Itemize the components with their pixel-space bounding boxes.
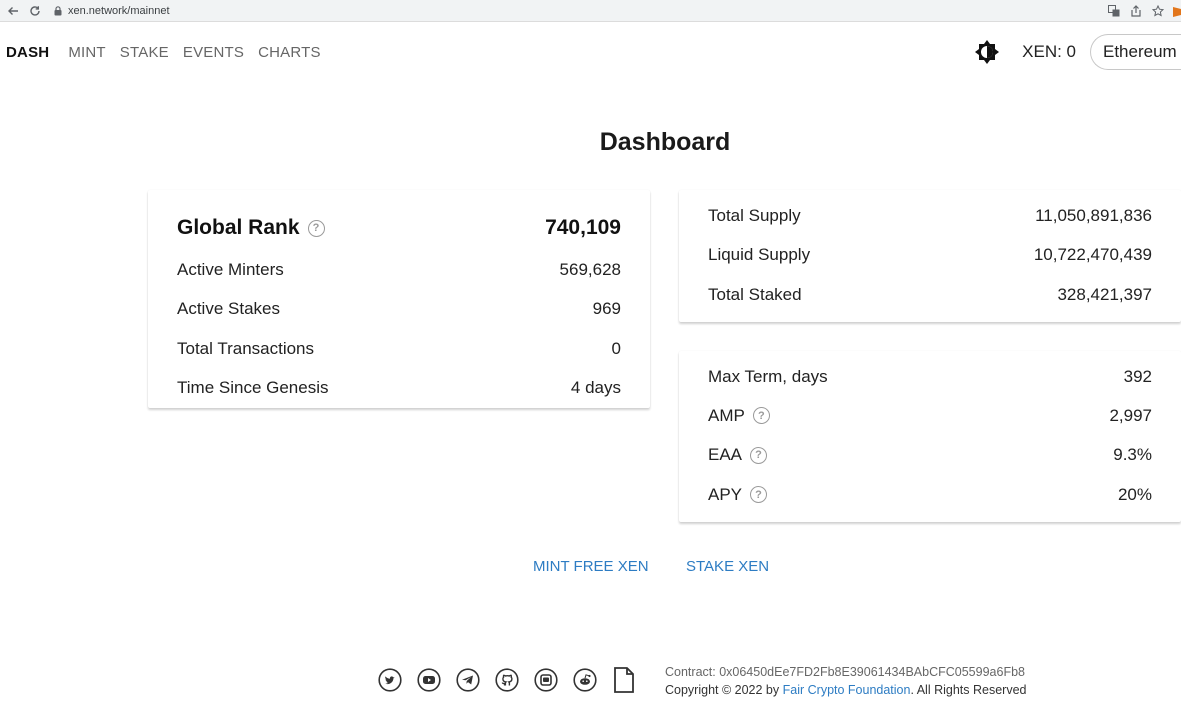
supply-card: Total Supply 11,050,891,836 Liquid Suppl… <box>679 190 1181 322</box>
supply-row: Liquid Supply 10,722,470,439 <box>708 236 1152 276</box>
main-nav: DASH MINT STAKE EVENTS CHARTS <box>6 44 335 61</box>
foundation-link[interactable]: Fair Crypto Foundation <box>783 683 911 697</box>
stat-value: 969 <box>592 299 621 319</box>
nav-charts[interactable]: CHARTS <box>258 44 321 61</box>
supply-label: Liquid Supply <box>708 245 811 265</box>
nav-mint[interactable]: MINT <box>68 44 105 61</box>
xen-balance: XEN: 0 <box>1022 42 1076 61</box>
share-icon[interactable] <box>1125 0 1147 22</box>
contract-line: Contract: 0x06450dEe7FD2Fb8E39061434BAbC… <box>665 663 1027 681</box>
network-selector[interactable]: Ethereum <box>1090 34 1181 70</box>
stat-row: Active Minters 569,628 <box>177 250 621 290</box>
supply-label: Total Staked <box>708 284 802 304</box>
lock-icon <box>54 5 62 16</box>
metamask-icon[interactable] <box>1169 0 1181 22</box>
nav-stake[interactable]: STAKE <box>120 44 169 61</box>
theme-toggle-icon[interactable] <box>974 39 1000 65</box>
bookmark-star-icon[interactable] <box>1147 0 1169 22</box>
stat-label: Total Transactions <box>177 338 315 358</box>
param-value: 2,997 <box>1109 405 1152 425</box>
mint-free-xen-link[interactable]: MINT FREE XEN <box>533 558 649 575</box>
stat-value: 569,628 <box>559 259 621 279</box>
help-icon[interactable]: ? <box>752 407 770 425</box>
param-value: 392 <box>1123 366 1152 386</box>
copyright-prefix: Copyright © 2022 by <box>665 683 780 697</box>
nav-events[interactable]: EVENTS <box>183 44 244 61</box>
app-navbar: DASH MINT STAKE EVENTS CHARTS XEN: 0 Eth… <box>0 22 1181 82</box>
stat-label: Active Stakes <box>177 299 280 319</box>
param-value: 9.3% <box>1113 445 1152 465</box>
github-icon[interactable] <box>494 667 519 692</box>
back-arrow-icon[interactable] <box>4 2 22 20</box>
browser-toolbar: xen.network/mainnet <box>0 0 1181 22</box>
global-rank-label: Global Rank <box>177 216 300 239</box>
address-bar[interactable]: xen.network/mainnet <box>54 5 170 17</box>
footer-text: Contract: 0x06450dEe7FD2Fb8E39061434BAbC… <box>665 663 1027 699</box>
help-icon[interactable]: ? <box>307 219 325 237</box>
telegram-icon[interactable] <box>455 667 480 692</box>
stat-label: Time Since Genesis <box>177 378 329 398</box>
reddit-icon[interactable] <box>572 667 597 692</box>
youtube-icon[interactable] <box>416 667 441 692</box>
global-stats-card: Global Rank ? 740,109 Active Minters 569… <box>148 190 650 408</box>
stat-value: 0 <box>611 338 621 358</box>
url-text: xen.network/mainnet <box>68 4 170 17</box>
stake-xen-link[interactable]: STAKE XEN <box>686 558 769 575</box>
param-label: Max Term, days <box>708 366 828 386</box>
nav-dash[interactable]: DASH <box>6 44 49 61</box>
help-icon[interactable]: ? <box>750 486 768 504</box>
param-value: 20% <box>1117 484 1152 504</box>
param-label: EAA <box>708 445 743 465</box>
supply-value: 11,050,891,836 <box>1035 205 1152 225</box>
contract-address[interactable]: 0x06450dEe7FD2Fb8E39061434BAbCFC05599a6F… <box>719 665 1025 679</box>
social-links <box>377 666 650 693</box>
stat-label: Active Minters <box>177 259 284 279</box>
stat-value: 4 days <box>570 378 621 398</box>
param-row: Max Term, days 392 <box>708 357 1152 396</box>
params-card: Max Term, days 392 AMP ? 2,997 EAA ? 9.3… <box>679 351 1181 522</box>
twitter-icon[interactable] <box>377 667 402 692</box>
supply-row: Total Staked 328,421,397 <box>708 275 1152 315</box>
global-rank-row: Global Rank ? 740,109 <box>177 206 621 250</box>
contract-label: Contract: <box>665 665 716 679</box>
supply-label: Total Supply <box>708 205 801 225</box>
param-row: AMP ? 2,997 <box>708 396 1152 435</box>
param-label: APY <box>708 484 743 504</box>
stat-row: Active Stakes 969 <box>177 290 621 330</box>
supply-value: 328,421,397 <box>1057 284 1152 304</box>
param-row: EAA ? 9.3% <box>708 436 1152 475</box>
copyright-suffix: . All Rights Reserved <box>910 683 1027 697</box>
reload-icon[interactable] <box>26 2 44 20</box>
help-icon[interactable]: ? <box>750 446 768 464</box>
param-label: AMP <box>708 405 745 425</box>
document-icon[interactable] <box>611 666 636 693</box>
param-row: APY ? 20% <box>708 475 1152 514</box>
supply-row: Total Supply 11,050,891,836 <box>708 196 1152 236</box>
translate-icon[interactable] <box>1103 0 1125 22</box>
footer: Contract: 0x06450dEe7FD2Fb8E39061434BAbC… <box>0 660 1181 700</box>
discord-icon[interactable] <box>533 667 558 692</box>
copyright-line: Copyright © 2022 by Fair Crypto Foundati… <box>665 681 1027 699</box>
stat-row: Total Transactions 0 <box>177 329 621 369</box>
page-title: Dashboard <box>599 128 731 156</box>
supply-value: 10,722,470,439 <box>1033 245 1152 265</box>
stat-row: Time Since Genesis 4 days <box>177 369 621 409</box>
global-rank-value: 740,109 <box>545 216 621 239</box>
action-links: MINT FREE XEN STAKE XEN <box>0 558 1181 580</box>
